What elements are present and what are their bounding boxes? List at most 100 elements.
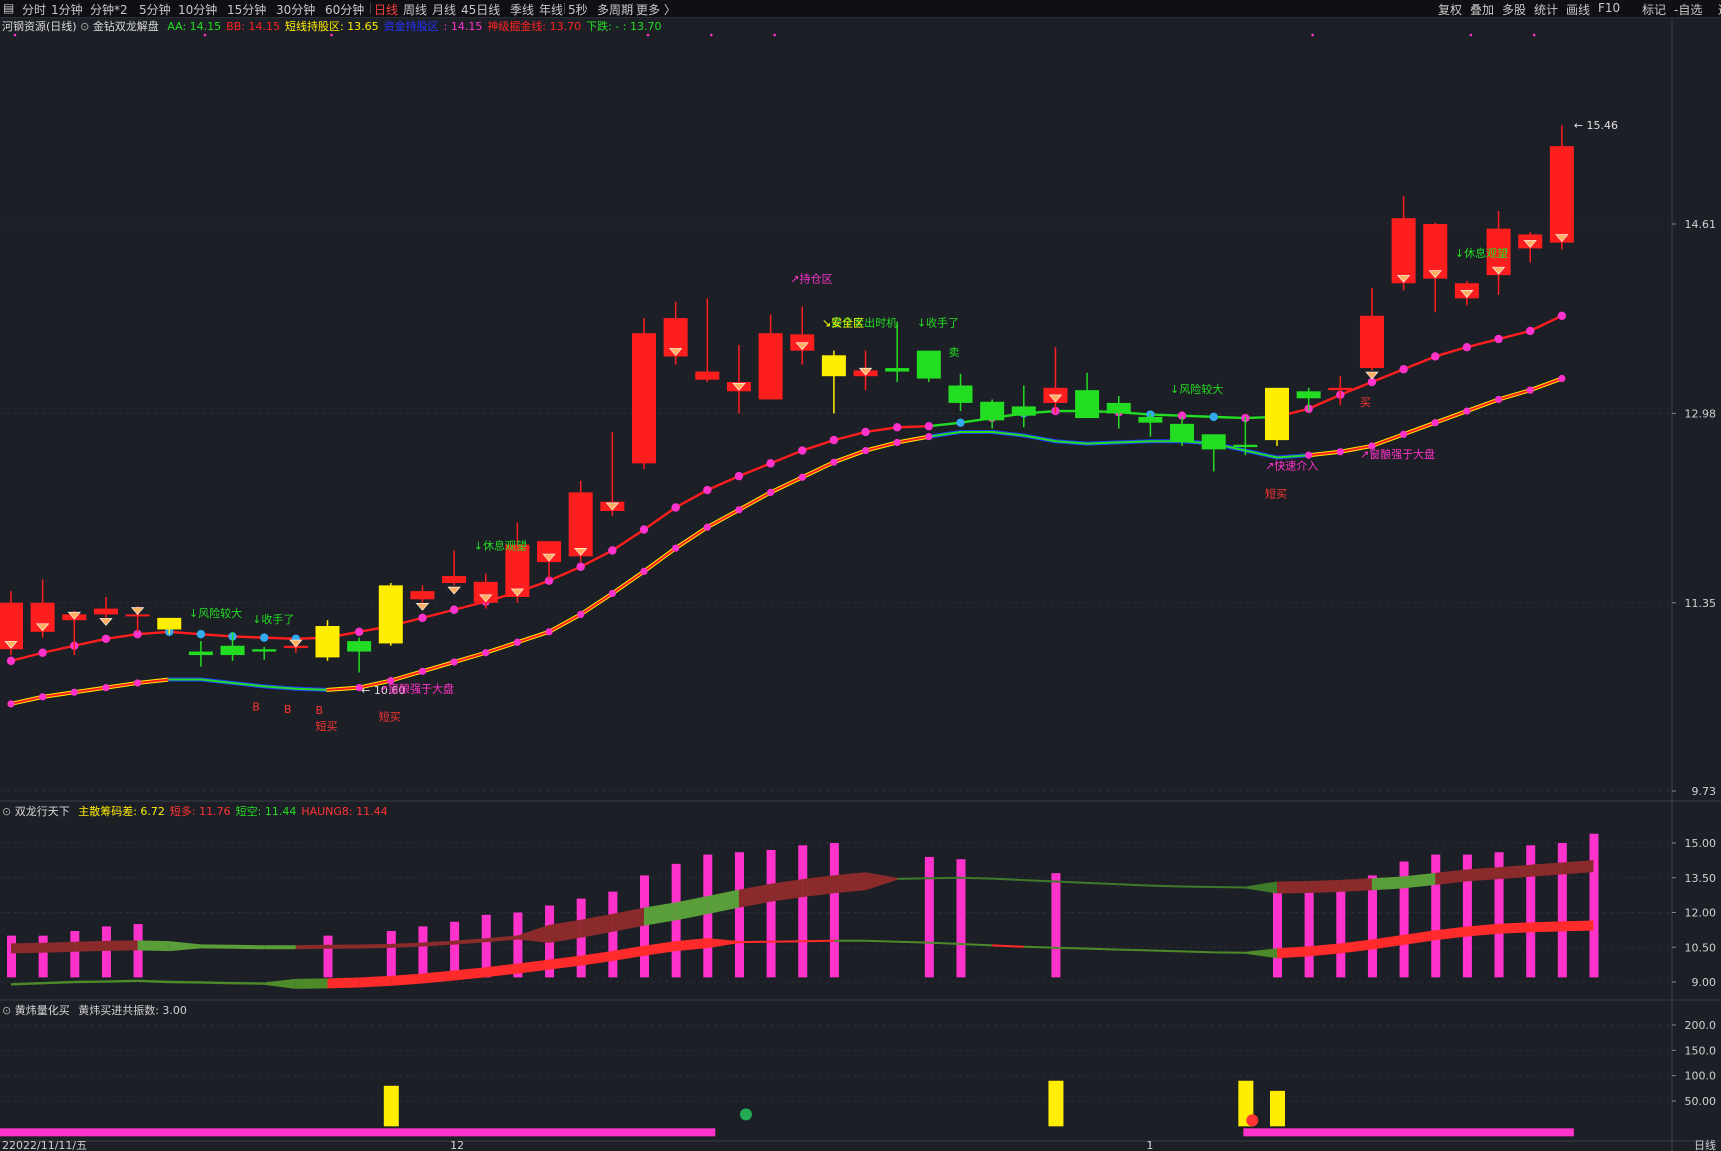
dragon-band-lower: [1087, 947, 1119, 951]
candle-body[interactable]: [157, 617, 182, 630]
period-tab[interactable]: 分时: [22, 1, 46, 18]
chip-bar[interactable]: [829, 843, 839, 978]
dragon-band-lower: [1498, 922, 1531, 934]
candle-body[interactable]: [1201, 434, 1226, 450]
period-tab[interactable]: 5分钟: [139, 1, 171, 18]
chip-bar[interactable]: [386, 931, 396, 978]
candle-body[interactable]: [220, 645, 245, 656]
candle-body[interactable]: [758, 333, 783, 400]
buy-signal-bar[interactable]: [1048, 1080, 1064, 1127]
candle-body[interactable]: [885, 368, 910, 372]
candle-body[interactable]: [821, 355, 846, 377]
chip-bar[interactable]: [323, 935, 333, 978]
period-tab[interactable]: 月线: [432, 1, 456, 18]
sub1-name[interactable]: 双龙行天下: [15, 805, 70, 818]
candle-body[interactable]: [568, 492, 593, 557]
sub2-icon[interactable]: ⊙: [2, 1004, 11, 1017]
chip-bar[interactable]: [766, 849, 776, 978]
buy-signal-bar[interactable]: [1270, 1090, 1285, 1127]
period-tab[interactable]: 15分钟: [227, 1, 266, 18]
period-tab[interactable]: 60分钟: [325, 1, 364, 18]
candle-body[interactable]: [632, 333, 656, 464]
period-tab[interactable]: 5秒: [568, 1, 588, 18]
chip-bar[interactable]: [1367, 875, 1377, 978]
buy-signal-bar[interactable]: [383, 1085, 399, 1127]
toolbar-button[interactable]: -自选: [1674, 1, 1702, 18]
candle-body[interactable]: [442, 576, 467, 584]
aa-dot: [7, 700, 15, 708]
candle-body[interactable]: [188, 651, 213, 656]
chip-bar[interactable]: [1273, 891, 1282, 978]
period-tab[interactable]: 周线: [403, 1, 427, 18]
period-tab[interactable]: 更多 〉: [636, 1, 676, 18]
candle-body[interactable]: [315, 626, 340, 658]
chip-bar[interactable]: [38, 935, 48, 978]
candle-body[interactable]: [1328, 387, 1353, 391]
chip-bar[interactable]: [450, 921, 460, 978]
period-tab[interactable]: 30分钟: [276, 1, 315, 18]
candle-body[interactable]: [1233, 444, 1258, 448]
candle-body[interactable]: [1265, 387, 1289, 441]
chip-bar[interactable]: [703, 854, 713, 978]
indicator-icon[interactable]: ⊙: [80, 20, 89, 33]
period-tab[interactable]: 日线: [374, 1, 398, 18]
period-tab[interactable]: 10分钟: [178, 1, 217, 18]
candle-body[interactable]: [252, 649, 277, 652]
toolbar-button[interactable]: 多股: [1502, 1, 1526, 18]
chip-bar[interactable]: [1304, 889, 1314, 978]
candle-body[interactable]: [916, 350, 941, 379]
toolbar-button[interactable]: 标记: [1642, 1, 1666, 18]
toolbar-button[interactable]: 叠加: [1470, 1, 1494, 18]
menu-icon[interactable]: ▤: [3, 1, 14, 15]
chip-bar[interactable]: [1051, 873, 1061, 978]
toolbar-button[interactable]: 画线: [1566, 1, 1590, 18]
chip-bar[interactable]: [7, 935, 16, 978]
candle-body[interactable]: [695, 371, 720, 380]
toolbar-button[interactable]: 复权: [1438, 1, 1462, 18]
period-tab[interactable]: 45日线: [461, 1, 500, 18]
candle-body[interactable]: [980, 401, 1005, 421]
period-tab[interactable]: 多周期: [597, 1, 633, 18]
chip-bar[interactable]: [1589, 833, 1599, 978]
candle-body[interactable]: [1106, 402, 1131, 414]
candle-body[interactable]: [1391, 218, 1416, 284]
period-tab[interactable]: 年线: [539, 1, 563, 18]
period-tab[interactable]: 分钟*2: [90, 1, 128, 18]
chip-bar[interactable]: [798, 845, 808, 978]
chip-bar[interactable]: [1336, 887, 1346, 978]
toolbar-button[interactable]: 统计: [1534, 1, 1558, 18]
bb-line-segment: [642, 506, 677, 531]
indicator-param: 短空: 11.44: [235, 805, 297, 818]
candle-body[interactable]: [1296, 391, 1321, 399]
candle-body[interactable]: [1170, 423, 1195, 442]
chip-bar[interactable]: [70, 931, 80, 978]
chip-bar[interactable]: [734, 852, 744, 978]
chip-bar[interactable]: [101, 926, 111, 978]
toolbar-button[interactable]: F10: [1598, 1, 1620, 15]
chip-bar[interactable]: [640, 875, 649, 978]
period-tab[interactable]: 季线: [510, 1, 534, 18]
candle-body[interactable]: [410, 591, 435, 600]
candle-body[interactable]: [1011, 406, 1036, 416]
period-tab[interactable]: 1分钟: [51, 1, 83, 18]
chip-bar[interactable]: [133, 924, 143, 978]
chart-canvas[interactable]: ← 15.46← 10.60↓风险较大 ↓收手了↗窗酿强于大盘短买短买B B B↓休息…: [0, 18, 1721, 1151]
candle-body[interactable]: [948, 385, 973, 403]
candle-body[interactable]: [1138, 416, 1163, 423]
bb-line-segment: [1402, 355, 1437, 371]
candle-body[interactable]: [1549, 146, 1574, 243]
chip-bar[interactable]: [924, 856, 934, 978]
candle-body[interactable]: [1359, 315, 1384, 369]
candle-body[interactable]: [378, 585, 403, 644]
sub1-icon[interactable]: ⊙: [2, 805, 11, 818]
candle-body[interactable]: [93, 608, 118, 615]
candle-body[interactable]: [347, 641, 372, 652]
sub2-name[interactable]: 黄炜量化买: [15, 1004, 70, 1017]
candle-body[interactable]: [1075, 390, 1100, 419]
y-tick-label: 12.98: [1685, 407, 1717, 420]
stock-name[interactable]: 河钢资源(日线): [2, 20, 77, 33]
aa-dot: [925, 433, 933, 441]
chip-bar[interactable]: [608, 891, 618, 978]
chip-bar[interactable]: [418, 926, 428, 978]
indicator-name[interactable]: 金钻双龙解盘: [93, 20, 159, 33]
